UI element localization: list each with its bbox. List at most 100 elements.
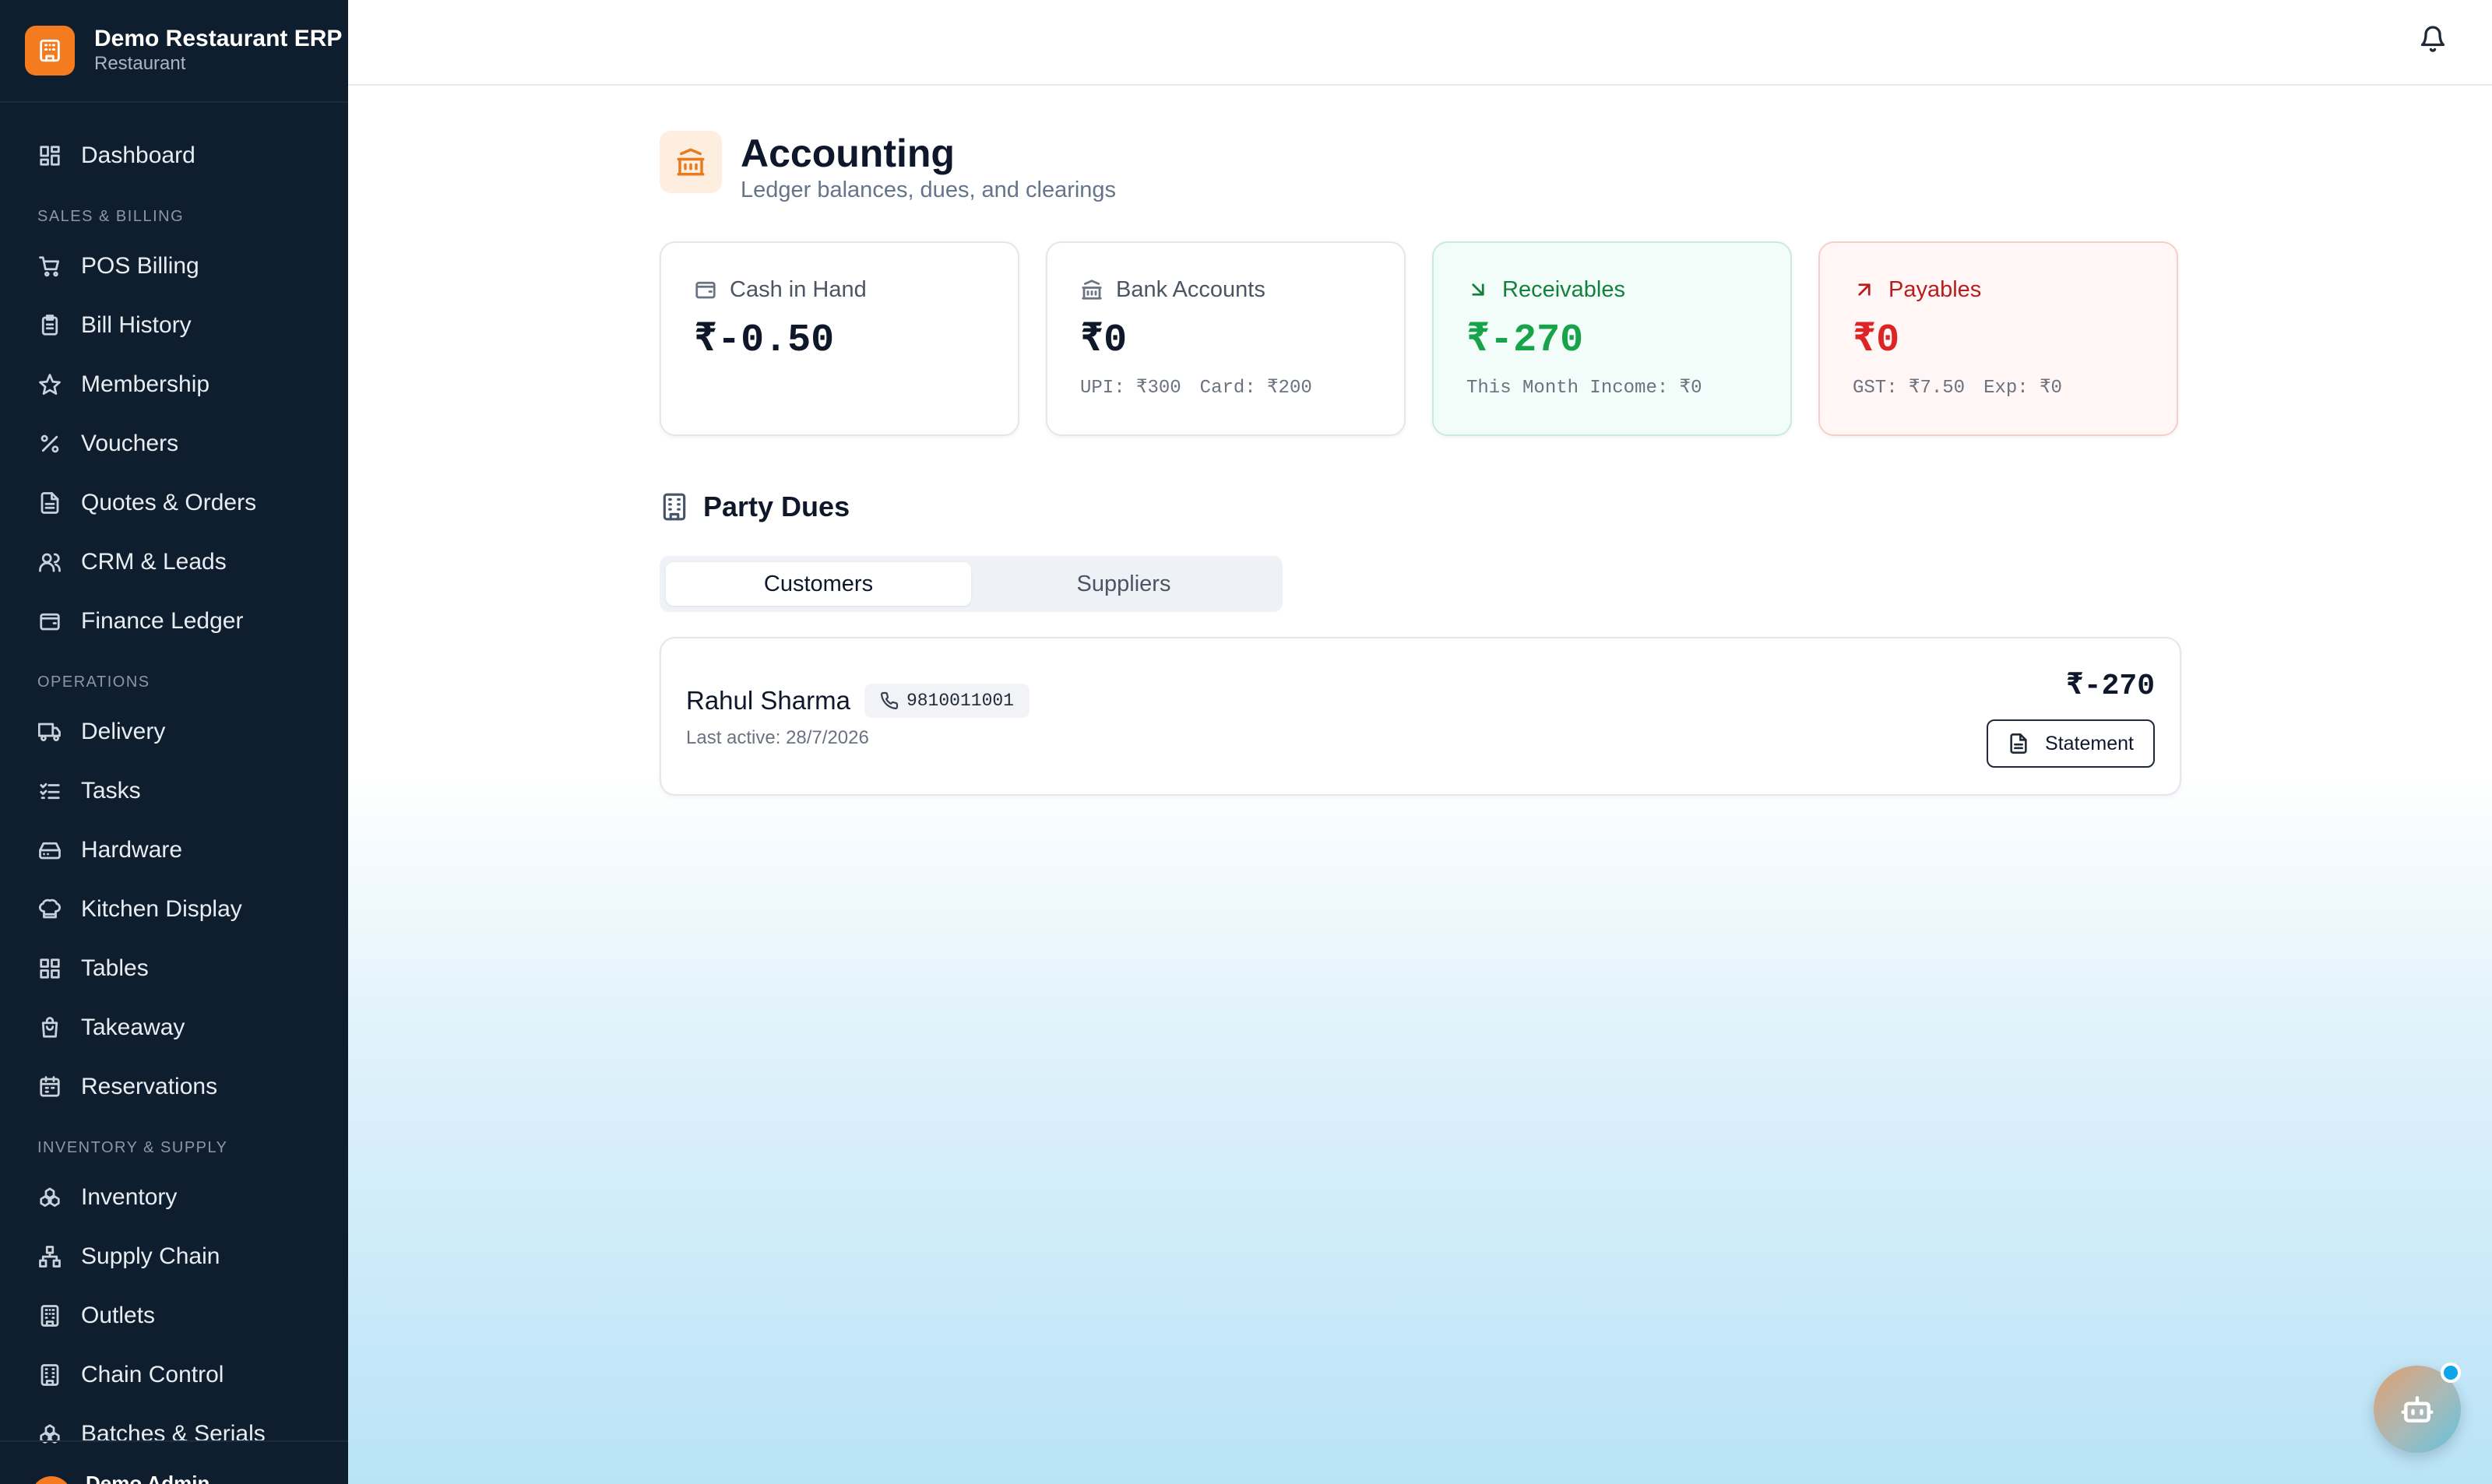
sidebar-item-label: Membership	[81, 371, 210, 397]
monthly-income: This Month Income: ₹0	[1466, 378, 1702, 399]
sidebar-item-vouchers[interactable]: Vouchers	[0, 414, 348, 473]
sidebar-item-label: Takeaway	[81, 1015, 185, 1040]
sidebar-item-label: Tasks	[81, 778, 141, 804]
cart-icon	[37, 254, 62, 279]
gst-amount: GST: ₹7.50	[1853, 378, 1966, 399]
building-icon	[37, 1363, 62, 1387]
truck-icon	[37, 719, 62, 744]
sidebar-item-chain-control[interactable]: Chain Control	[0, 1345, 348, 1405]
phone-badge[interactable]: 9810011001	[864, 684, 1030, 718]
sidebar-item-label: Chain Control	[81, 1362, 224, 1387]
percent-icon	[37, 431, 62, 456]
brand-header[interactable]: Demo Restaurant ERP Restaurant	[0, 0, 348, 103]
sidebar-item-hardware[interactable]: Hardware	[0, 821, 348, 880]
arrow-down-right-icon	[1472, 283, 1484, 296]
sidebar-item-delivery[interactable]: Delivery	[0, 702, 348, 761]
bank-icon	[660, 131, 722, 193]
dashboard-icon	[37, 143, 62, 168]
sidebar-item-label: Bill History	[81, 312, 192, 338]
sidebar-item-label: CRM & Leads	[81, 549, 227, 575]
party-info: Rahul Sharma 9810011001	[686, 684, 1030, 718]
sidebar-item-label: POS Billing	[81, 253, 199, 279]
cash-in-hand-card[interactable]: Cash in Hand ₹-0.50	[660, 241, 1019, 436]
user-profile[interactable]: Demo Admin	[0, 1440, 348, 1484]
card-amount: Card: ₹200	[1199, 378, 1312, 399]
building-icon	[663, 493, 686, 521]
card-header: Cash in Hand	[694, 276, 985, 304]
sidebar-item-pos-billing[interactable]: POS Billing	[0, 237, 348, 296]
bank-accounts-card[interactable]: Bank Accounts ₹0 UPI: ₹300 Card: ₹200	[1046, 241, 1406, 436]
sidebar-item-label: Hardware	[81, 837, 183, 863]
sidebar-item-supply-chain[interactable]: Supply Chain	[0, 1227, 348, 1286]
bank-icon	[1082, 280, 1102, 300]
users-icon	[37, 550, 62, 575]
avatar	[31, 1476, 72, 1484]
last-active: Last active: 28/7/2026	[686, 727, 869, 748]
document-icon	[37, 491, 62, 515]
sidebar-item-finance-ledger[interactable]: Finance Ledger	[0, 592, 348, 651]
phone-number: 9810011001	[906, 691, 1014, 711]
sidebar-item-kitchen-display[interactable]: Kitchen Display	[0, 880, 348, 939]
sidebar-item-tasks[interactable]: Tasks	[0, 761, 348, 821]
page-title: Accounting	[741, 132, 955, 175]
payables-card[interactable]: Payables ₹0 GST: ₹7.50 Exp: ₹0	[1818, 241, 2178, 436]
sidebar-item-quotes-orders[interactable]: Quotes & Orders	[0, 473, 348, 533]
arrow-up-right-icon	[1858, 283, 1871, 296]
page-subtitle: Ledger balances, dues, and clearings	[741, 178, 1117, 202]
boxes-icon	[37, 1185, 62, 1210]
due-amount: ₹-270	[2065, 670, 2155, 703]
main-content: Accounting Ledger balances, dues, and cl…	[348, 0, 2492, 1484]
sidebar-item-tables[interactable]: Tables	[0, 939, 348, 998]
clipboard-icon	[37, 313, 62, 338]
sidebar-item-outlets[interactable]: Outlets	[0, 1286, 348, 1345]
bot-icon	[2401, 1396, 2434, 1422]
statement-label: Statement	[2045, 732, 2134, 754]
card-label: Payables	[1888, 276, 1982, 302]
grid-icon	[37, 956, 62, 981]
tab-customers[interactable]: Customers	[666, 562, 971, 606]
card-label: Cash in Hand	[730, 276, 867, 302]
card-header: Receivables	[1466, 276, 1758, 304]
brand-name: Demo Restaurant ERP	[94, 26, 343, 51]
sidebar-section-inventory: INVENTORY & SUPPLY	[37, 1139, 228, 1156]
sidebar-item-label: Finance Ledger	[81, 608, 244, 634]
sidebar-item-membership[interactable]: Membership	[0, 355, 348, 414]
chef-hat-icon	[37, 897, 62, 922]
phone-icon	[880, 691, 899, 709]
payables-breakdown: GST: ₹7.50 Exp: ₹0	[1853, 375, 2144, 399]
page-header: Accounting Ledger balances, dues, and cl…	[660, 131, 1116, 204]
restaurant-logo-icon	[25, 26, 75, 76]
sidebar-item-inventory[interactable]: Inventory	[0, 1168, 348, 1227]
bell-icon[interactable]	[2419, 25, 2450, 56]
bank-value: ₹0	[1080, 318, 1128, 363]
sidebar-section-sales: SALES & BILLING	[37, 208, 185, 225]
sidebar-item-label: Kitchen Display	[81, 896, 242, 922]
sidebar-item-label: Dashboard	[81, 142, 195, 168]
tab-suppliers[interactable]: Suppliers	[971, 562, 1276, 606]
hard-drive-icon	[37, 838, 62, 863]
sidebar-item-crm-leads[interactable]: CRM & Leads	[0, 533, 348, 592]
statement-button[interactable]: Statement	[1987, 719, 2155, 768]
party-dues-header: Party Dues	[660, 491, 850, 523]
upi-amount: UPI: ₹300	[1080, 378, 1181, 399]
list-item[interactable]: Rahul Sharma 9810011001 Last active: 28/…	[660, 637, 2181, 796]
sidebar-item-reservations[interactable]: Reservations	[0, 1057, 348, 1117]
top-bar	[348, 0, 2492, 86]
brand-subtitle: Restaurant	[94, 53, 186, 74]
sidebar-item-label: Vouchers	[81, 431, 179, 456]
card-label: Bank Accounts	[1116, 276, 1265, 302]
card-header: Payables	[1853, 276, 2144, 304]
sidebar-section-operations: OPERATIONS	[37, 673, 150, 691]
card-header: Bank Accounts	[1080, 276, 1371, 304]
sidebar-item-bill-history[interactable]: Bill History	[0, 296, 348, 355]
sidebar-nav: Dashboard SALES & BILLING POS Billing Bi…	[0, 103, 348, 1464]
sidebar-item-dashboard[interactable]: Dashboard	[0, 126, 348, 185]
sidebar: Demo Restaurant ERP Restaurant Dashboard…	[0, 0, 348, 1484]
wallet-icon	[37, 609, 62, 634]
receivables-card[interactable]: Receivables ₹-270 This Month Income: ₹0	[1432, 241, 1792, 436]
document-icon	[2010, 733, 2027, 754]
payables-value: ₹0	[1853, 318, 1900, 363]
building-icon	[37, 1303, 62, 1328]
sidebar-item-label: Supply Chain	[81, 1243, 220, 1269]
sidebar-item-takeaway[interactable]: Takeaway	[0, 998, 348, 1057]
